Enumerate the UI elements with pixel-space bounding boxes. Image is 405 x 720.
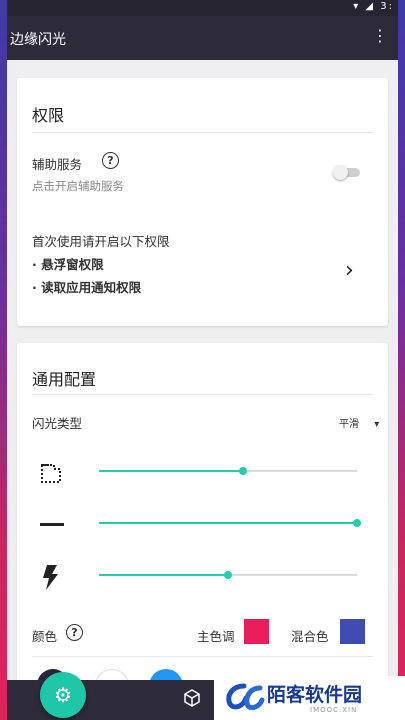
- mix-color-label: 混合色: [291, 629, 329, 644]
- watermark: 陌客软件园 IMOOC.XIN: [214, 676, 405, 720]
- permissions-card: 权限 辅助服务 ? 点击开启辅助服务 首次使用请开启以下权限 · 悬浮窗权限 ·…: [17, 78, 388, 326]
- flash-icon: [43, 565, 58, 590]
- general-heading: 通用配置: [32, 370, 97, 389]
- divider: [32, 656, 373, 657]
- divider: [32, 394, 373, 395]
- mix-color-swatch[interactable]: [340, 619, 365, 644]
- divider: [32, 132, 373, 133]
- first-use-text: 首次使用请开启以下权限: [32, 234, 170, 249]
- permission-item-notification: · 读取应用通知权限: [32, 280, 142, 295]
- status-icons: ▾ ◢ 3:: [353, 1, 394, 12]
- accessibility-hint: 点击开启辅助服务: [32, 179, 124, 193]
- watermark-logo-icon: [226, 683, 265, 711]
- slider-thumb[interactable]: [239, 467, 248, 475]
- settings-icon: ⚙: [54, 683, 72, 707]
- permissions-heading: 权限: [32, 106, 65, 125]
- general-config-card: 通用配置 闪光类型 平滑 ▾ 颜色 ? 主色调 混合色: [17, 343, 388, 715]
- slider-fill: [99, 574, 228, 576]
- corner-size-slider[interactable]: [99, 467, 357, 475]
- line-width-slider[interactable]: [99, 519, 361, 527]
- watermark-url: IMOOC.XIN: [310, 706, 358, 714]
- status-bar: ▾ ◢ 3:: [7, 0, 398, 16]
- toggle-knob: [333, 165, 348, 180]
- main-tone-label: 主色调: [197, 629, 235, 644]
- flash-type-value: 平滑: [339, 419, 359, 430]
- help-icon[interactable]: ?: [66, 624, 83, 641]
- watermark-text: 陌客软件园: [267, 684, 363, 706]
- help-icon[interactable]: ?: [102, 152, 119, 169]
- slider-fill: [99, 470, 244, 472]
- app-screen: ▾ ◢ 3: 边缘闪光 ⋮ 权限 辅助服务 ? 点击开启辅助服务 首次使用请开启…: [7, 0, 398, 715]
- app-bar: 边缘闪光 ⋮: [7, 16, 398, 60]
- settings-fab[interactable]: ⚙: [40, 672, 86, 718]
- more-vert-icon[interactable]: ⋮: [372, 26, 388, 45]
- cube-icon[interactable]: [183, 689, 201, 707]
- slider-thumb[interactable]: [353, 519, 361, 527]
- color-label: 颜色: [32, 629, 58, 644]
- flash-type-label: 闪光类型: [32, 416, 83, 431]
- flash-speed-slider[interactable]: [99, 571, 357, 579]
- slider-fill: [99, 522, 357, 524]
- accessibility-toggle[interactable]: [333, 165, 360, 180]
- slider-thumb[interactable]: [224, 571, 232, 579]
- dropdown-arrow-icon: ▾: [374, 419, 380, 430]
- main-tone-swatch[interactable]: [244, 619, 269, 644]
- chevron-right-icon[interactable]: ›: [345, 258, 354, 283]
- corner-dashed-icon: [41, 464, 61, 483]
- flash-type-select[interactable]: 平滑 ▾: [339, 415, 379, 430]
- permission-item-overlay: · 悬浮窗权限: [32, 257, 104, 272]
- line-width-icon: [40, 523, 64, 526]
- accessibility-label: 辅助服务: [32, 157, 83, 172]
- app-title: 边缘闪光: [10, 32, 66, 48]
